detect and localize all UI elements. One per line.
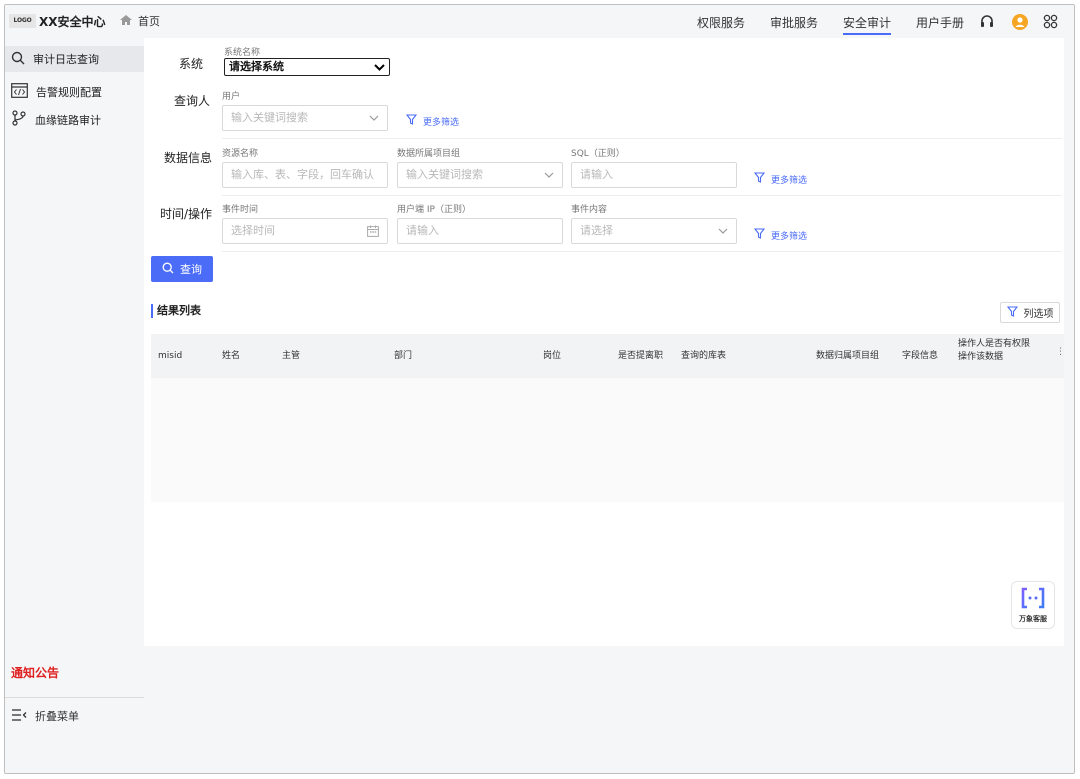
sql-input[interactable]: 请输入 bbox=[571, 162, 737, 188]
event-content-placeholder: 请选择 bbox=[580, 224, 613, 237]
project-group-input[interactable]: 输入关键词搜索 bbox=[397, 162, 563, 188]
chevron-down-icon bbox=[544, 163, 554, 187]
more-filters-querier[interactable]: 更多筛选 bbox=[405, 114, 460, 128]
row-label-data-info: 数据信息 bbox=[164, 151, 213, 165]
more-filters-time-op[interactable]: 更多筛选 bbox=[753, 228, 808, 242]
event-time-picker[interactable]: 选择时间 bbox=[222, 218, 388, 244]
column-header-department[interactable]: 部门 bbox=[394, 350, 412, 363]
sql-placeholder: 请输入 bbox=[580, 168, 613, 181]
chevron-down-icon bbox=[374, 59, 385, 75]
filter-icon bbox=[1006, 305, 1018, 320]
system-select[interactable]: 请选择系统 bbox=[224, 58, 390, 76]
nav-user-manual[interactable]: 用户手册 bbox=[916, 14, 964, 31]
column-header-position[interactable]: 岗位 bbox=[543, 350, 561, 363]
home-link[interactable]: 首页 bbox=[119, 13, 160, 29]
column-header-resigned[interactable]: 是否提离职 bbox=[618, 350, 663, 363]
search-icon bbox=[11, 51, 25, 68]
row-label-querier: 查询人 bbox=[174, 94, 211, 108]
nav-approval-service[interactable]: 审批服务 bbox=[770, 14, 818, 31]
code-icon bbox=[11, 83, 28, 101]
client-ip-input[interactable]: 请输入 bbox=[397, 218, 563, 244]
row-separator bbox=[222, 138, 1062, 139]
sidebar: 审计日志查询 告警规则配置 血缘链路审计 通知公告 折叠菜单 bbox=[5, 38, 144, 773]
result-list-title: 结果列表 bbox=[151, 304, 201, 318]
column-header-name[interactable]: 姓名 bbox=[222, 350, 240, 363]
customer-service-label: 万象客服 bbox=[1019, 614, 1047, 623]
sql-label: SQL（正则） bbox=[571, 149, 625, 159]
filter-icon bbox=[405, 114, 418, 128]
more-filters-label: 更多筛选 bbox=[771, 231, 808, 242]
avatar-icon[interactable] bbox=[1012, 14, 1028, 33]
client-ip-placeholder: 请输入 bbox=[406, 224, 439, 237]
app-window: LOGO XX安全中心 首页 权限服务 审批服务 安全审计 用户手册 审计日志查… bbox=[4, 4, 1075, 774]
app-title: XX安全中心 bbox=[39, 15, 106, 29]
query-button-label: 查询 bbox=[180, 263, 202, 276]
table-scroll-indicator: ⋮ bbox=[1056, 347, 1065, 357]
customer-service-icon bbox=[1020, 587, 1046, 612]
column-header-has-permission[interactable]: 操作人是否有权限操作该数据 bbox=[958, 338, 1036, 364]
resource-name-placeholder: 输入库、表、字段，回车确认 bbox=[231, 168, 374, 181]
collapse-menu-icon bbox=[11, 708, 27, 724]
row-label-system: 系统 bbox=[179, 57, 204, 71]
user-search-placeholder: 输入关键词搜索 bbox=[231, 111, 308, 124]
chevron-down-icon bbox=[369, 106, 379, 130]
more-filters-label: 更多筛选 bbox=[423, 117, 460, 128]
column-header-misid[interactable]: misid bbox=[158, 350, 182, 363]
home-icon bbox=[119, 14, 133, 29]
collapse-menu-label: 折叠菜单 bbox=[35, 710, 79, 723]
row-separator bbox=[222, 251, 1062, 252]
sidebar-item-lineage-audit[interactable]: 血缘链路审计 bbox=[11, 110, 101, 129]
sidebar-item-label: 审计日志查询 bbox=[33, 53, 99, 66]
column-header-project-group[interactable]: 数据归属项目组 bbox=[816, 350, 879, 363]
sidebar-item-label: 告警规则配置 bbox=[36, 86, 102, 99]
event-time-placeholder: 选择时间 bbox=[231, 224, 275, 237]
client-ip-label: 用户端 IP（正则） bbox=[397, 205, 471, 215]
column-header-queried-table[interactable]: 查询的库表 bbox=[681, 350, 726, 363]
project-group-placeholder: 输入关键词搜索 bbox=[406, 168, 483, 181]
main-panel: 系统 系统名称 请选择系统 查询人 用户 输入关键词搜索 更多筛选 数据信息 资… bbox=[144, 38, 1065, 646]
search-icon bbox=[162, 262, 174, 277]
filter-icon bbox=[753, 228, 766, 242]
nav-permission-service[interactable]: 权限服务 bbox=[697, 14, 745, 31]
notice-link[interactable]: 通知公告 bbox=[11, 664, 59, 681]
resource-name-label: 资源名称 bbox=[222, 149, 259, 159]
home-label: 首页 bbox=[138, 15, 160, 28]
customer-service-button[interactable]: 万象客服 bbox=[1011, 581, 1055, 629]
logo: LOGO bbox=[9, 14, 36, 28]
event-content-select[interactable]: 请选择 bbox=[571, 218, 737, 244]
column-options-label: 列选项 bbox=[1023, 309, 1054, 320]
project-group-label: 数据所属项目组 bbox=[397, 149, 461, 159]
more-filters-label: 更多筛选 bbox=[771, 175, 808, 186]
event-content-label: 事件内容 bbox=[571, 205, 608, 215]
column-header-manager[interactable]: 主管 bbox=[282, 350, 300, 363]
more-filters-data-info[interactable]: 更多筛选 bbox=[753, 172, 808, 186]
event-time-label: 事件时间 bbox=[222, 205, 259, 215]
system-name-label: 系统名称 bbox=[224, 48, 261, 58]
sidebar-divider bbox=[5, 697, 144, 698]
sidebar-item-audit-log[interactable]: 审计日志查询 bbox=[5, 46, 144, 72]
filter-icon bbox=[753, 172, 766, 186]
row-label-time-op: 时间/操作 bbox=[160, 207, 213, 221]
column-options-button[interactable]: 列选项 bbox=[1000, 302, 1060, 323]
table-header: misid 姓名 主管 部门 岗位 是否提离职 查询的库表 数据归属项目组 字段… bbox=[151, 334, 1065, 378]
sidebar-item-label: 血缘链路审计 bbox=[35, 113, 101, 127]
collapse-menu-button[interactable]: 折叠菜单 bbox=[11, 708, 79, 724]
nav-security-audit[interactable]: 安全审计 bbox=[843, 14, 892, 35]
apps-grid-icon[interactable] bbox=[1043, 14, 1058, 32]
user-label: 用户 bbox=[222, 92, 241, 102]
calendar-icon bbox=[367, 219, 379, 243]
row-separator bbox=[222, 195, 1062, 196]
resource-name-input[interactable]: 输入库、表、字段，回车确认 bbox=[222, 162, 388, 188]
headset-icon[interactable] bbox=[979, 14, 995, 33]
sidebar-item-alert-rules[interactable]: 告警规则配置 bbox=[11, 83, 102, 101]
chevron-down-icon bbox=[718, 219, 728, 243]
top-bar: LOGO XX安全中心 首页 权限服务 审批服务 安全审计 用户手册 bbox=[5, 5, 1074, 38]
table-body-empty bbox=[151, 378, 1064, 502]
query-button[interactable]: 查询 bbox=[151, 256, 213, 282]
system-select-value: 请选择系统 bbox=[229, 60, 284, 73]
user-search-input[interactable]: 输入关键词搜索 bbox=[222, 105, 388, 131]
column-header-field-info[interactable]: 字段信息 bbox=[902, 350, 938, 363]
branch-icon bbox=[11, 110, 27, 129]
